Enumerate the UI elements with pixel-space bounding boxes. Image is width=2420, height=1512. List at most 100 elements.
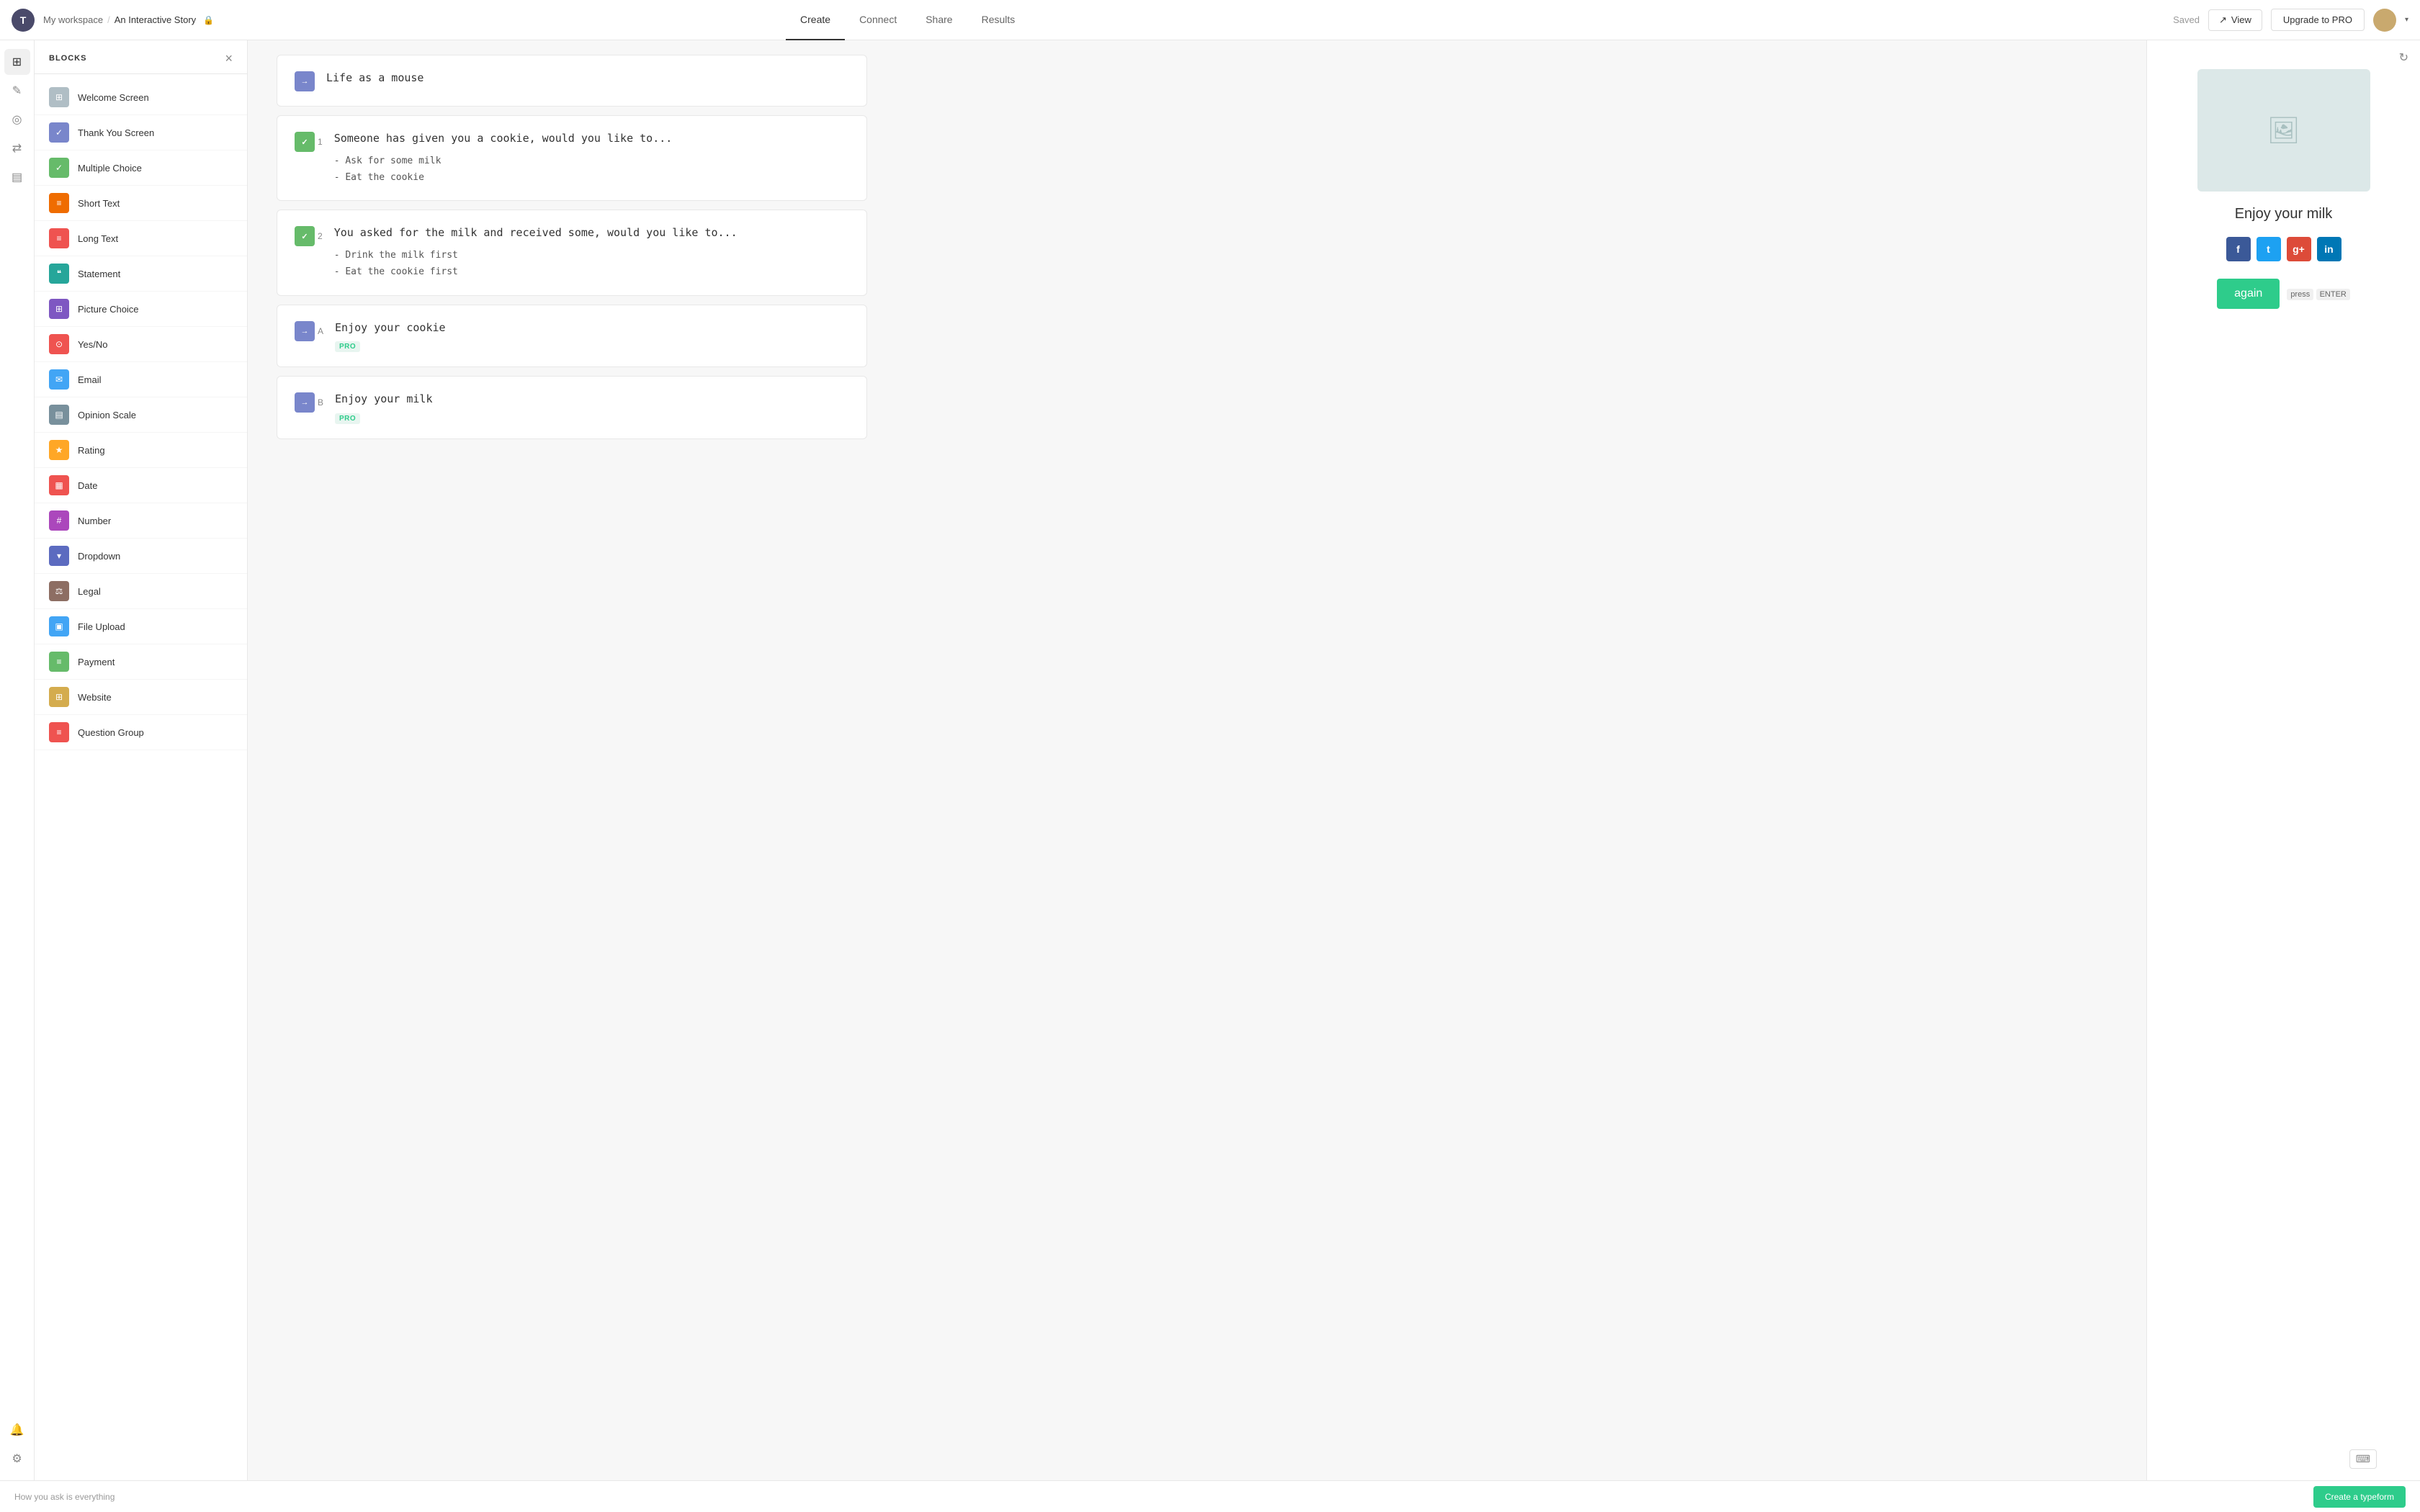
block-icon-3: ≡ bbox=[49, 193, 69, 213]
block-icon-18: ≡ bbox=[49, 722, 69, 742]
sidebar-item-question-group[interactable]: ≡ Question Group bbox=[35, 715, 247, 750]
sidebar-item-email[interactable]: ✉ Email bbox=[35, 362, 247, 397]
create-typeform-button[interactable]: Create a typeform bbox=[2313, 1486, 2406, 1508]
sidebar-item-label-12: Number bbox=[78, 516, 111, 526]
block-icon-8: ✉ bbox=[49, 369, 69, 390]
block-option: - Drink the milk first bbox=[334, 247, 849, 264]
again-button[interactable]: again bbox=[2217, 279, 2280, 309]
sidebar-title: BLOCKS bbox=[49, 54, 86, 63]
block-icon-11: ▦ bbox=[49, 475, 69, 495]
tab-create[interactable]: Create bbox=[786, 0, 845, 40]
block-icon-5: ❝ bbox=[49, 264, 69, 284]
title-block[interactable]: → Life as a mouse bbox=[277, 55, 867, 107]
googleplus-icon[interactable]: g+ bbox=[2287, 237, 2311, 261]
form-title: Life as a mouse bbox=[326, 70, 849, 86]
sidebar-item-label-7: Yes/No bbox=[78, 339, 107, 350]
view-button[interactable]: ↗ View bbox=[2208, 9, 2262, 31]
close-sidebar-button[interactable]: × bbox=[225, 52, 233, 65]
pro-badge: PRO bbox=[335, 413, 360, 424]
sidebar-item-picture-choice[interactable]: ⊞ Picture Choice bbox=[35, 292, 247, 327]
preview-image-placeholder-icon: 🖼 bbox=[2267, 115, 2300, 145]
refresh-button[interactable]: ↻ bbox=[2399, 50, 2408, 65]
badge-icon-1: ✓ bbox=[295, 226, 315, 246]
twitter-icon[interactable]: t bbox=[2257, 237, 2281, 261]
avatar-chevron-icon[interactable]: ▾ bbox=[2405, 16, 2408, 24]
block-badge-0: ✓ 1 bbox=[295, 132, 323, 152]
iconbar-logic[interactable]: ⇄ bbox=[4, 135, 30, 161]
sidebar-item-opinion-scale[interactable]: ▤ Opinion Scale bbox=[35, 397, 247, 433]
form-block-2[interactable]: → A Enjoy your cookie PRO bbox=[277, 305, 867, 368]
sidebar-item-number[interactable]: # Number bbox=[35, 503, 247, 539]
block-icon-15: ▣ bbox=[49, 616, 69, 636]
tab-connect[interactable]: Connect bbox=[845, 0, 911, 40]
iconbar-settings[interactable]: ⚙ bbox=[4, 1446, 30, 1472]
block-icon-1: ✓ bbox=[49, 122, 69, 143]
linkedin-icon[interactable]: in bbox=[2317, 237, 2341, 261]
sidebar-item-thank-you-screen[interactable]: ✓ Thank You Screen bbox=[35, 115, 247, 150]
iconbar-theme[interactable]: ◎ bbox=[4, 107, 30, 132]
tab-share[interactable]: Share bbox=[911, 0, 967, 40]
badge-num-2: A bbox=[318, 326, 323, 336]
badge-icon-0: ✓ bbox=[295, 132, 315, 152]
tab-results[interactable]: Results bbox=[967, 0, 1030, 40]
avatar[interactable] bbox=[2373, 9, 2396, 32]
sidebar-item-label-4: Long Text bbox=[78, 233, 118, 244]
sidebar-item-label-2: Multiple Choice bbox=[78, 163, 142, 174]
sidebar-item-label-11: Date bbox=[78, 480, 97, 491]
block-option: - Eat the cookie first bbox=[334, 264, 849, 280]
block-options: - Ask for some milk- Eat the cookie bbox=[334, 153, 849, 186]
sidebar-item-label-1: Thank You Screen bbox=[78, 127, 154, 138]
block-icon-2: ✓ bbox=[49, 158, 69, 178]
sidebar-item-long-text[interactable]: ≡ Long Text bbox=[35, 221, 247, 256]
badge-num-0: 1 bbox=[318, 137, 323, 147]
press-enter-hint: press ENTER bbox=[2287, 289, 2350, 299]
block-badge-2: → A bbox=[295, 321, 323, 341]
sidebar-header: BLOCKS × bbox=[35, 40, 247, 74]
iconbar-notifications[interactable]: 🔔 bbox=[4, 1417, 30, 1443]
preview-panel: ↻ 🖼 Enjoy your milk f t g+ in again pres… bbox=[2146, 40, 2420, 1480]
nav-tabs: Create Connect Share Results bbox=[786, 0, 1029, 40]
breadcrumb-sep: / bbox=[107, 14, 110, 25]
sidebar-item-label-6: Picture Choice bbox=[78, 304, 139, 315]
sidebar-item-yes/no[interactable]: ⊙ Yes/No bbox=[35, 327, 247, 362]
saved-status: Saved bbox=[2173, 14, 2200, 25]
block-title-1: You asked for the milk and received some… bbox=[334, 225, 849, 241]
sidebar-item-dropdown[interactable]: ▾ Dropdown bbox=[35, 539, 247, 574]
sidebar-item-label-13: Dropdown bbox=[78, 551, 120, 562]
preview-btn-row: again press ENTER bbox=[2217, 279, 2350, 309]
sidebar-item-welcome-screen[interactable]: ⊞ Welcome Screen bbox=[35, 80, 247, 115]
icon-bar: ⊞ ✎ ◎ ⇄ ▤ 🔔 ⚙ bbox=[0, 40, 35, 1480]
iconbar-results[interactable]: ▤ bbox=[4, 164, 30, 190]
sidebar-item-date[interactable]: ▦ Date bbox=[35, 468, 247, 503]
content-area: → Life as a mouse ✓ 1 Someone has given … bbox=[248, 40, 2146, 1480]
badge-icon-2: → bbox=[295, 321, 315, 341]
sidebar-item-label-10: Rating bbox=[78, 445, 105, 456]
sidebar-item-multiple-choice[interactable]: ✓ Multiple Choice bbox=[35, 150, 247, 186]
block-option: - Ask for some milk bbox=[334, 153, 849, 169]
iconbar-edit[interactable]: ✎ bbox=[4, 78, 30, 104]
breadcrumb: My workspace / An Interactive Story 🔒 bbox=[43, 14, 214, 25]
sidebar-item-statement[interactable]: ❝ Statement bbox=[35, 256, 247, 292]
sidebar-item-payment[interactable]: ≡ Payment bbox=[35, 644, 247, 680]
press-label: press bbox=[2287, 289, 2313, 300]
form-blocks: ✓ 1 Someone has given you a cookie, woul… bbox=[277, 115, 867, 439]
block-badge-3: → B bbox=[295, 392, 323, 413]
upgrade-button[interactable]: Upgrade to PRO bbox=[2271, 9, 2365, 31]
form-block-3[interactable]: → B Enjoy your milk PRO bbox=[277, 376, 867, 439]
block-option: - Eat the cookie bbox=[334, 169, 849, 186]
pro-badge: PRO bbox=[335, 341, 360, 352]
sidebar-list: ⊞ Welcome Screen ✓ Thank You Screen ✓ Mu… bbox=[35, 74, 247, 1480]
sidebar-item-rating[interactable]: ★ Rating bbox=[35, 433, 247, 468]
facebook-icon[interactable]: f bbox=[2226, 237, 2251, 261]
sidebar-item-website[interactable]: ⊞ Website bbox=[35, 680, 247, 715]
block-icon-14: ⚖ bbox=[49, 581, 69, 601]
workspace-label[interactable]: My workspace bbox=[43, 14, 103, 25]
sidebar-item-file-upload[interactable]: ▣ File Upload bbox=[35, 609, 247, 644]
sidebar-item-short-text[interactable]: ≡ Short Text bbox=[35, 186, 247, 221]
form-canvas: → Life as a mouse ✓ 1 Someone has given … bbox=[248, 40, 896, 1480]
block-icon-9: ▤ bbox=[49, 405, 69, 425]
form-block-0[interactable]: ✓ 1 Someone has given you a cookie, woul… bbox=[277, 115, 867, 201]
form-block-1[interactable]: ✓ 2 You asked for the milk and received … bbox=[277, 210, 867, 295]
iconbar-blocks[interactable]: ⊞ bbox=[4, 49, 30, 75]
sidebar-item-legal[interactable]: ⚖ Legal bbox=[35, 574, 247, 609]
